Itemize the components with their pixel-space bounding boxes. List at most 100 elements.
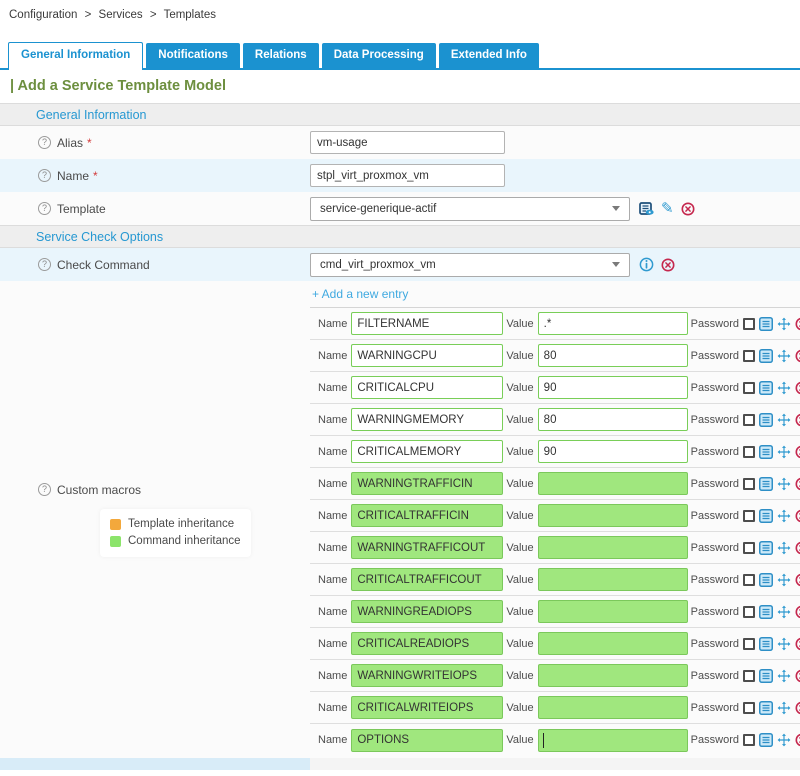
edit-template-icon[interactable]: ✎ <box>661 201 674 216</box>
macro-name-input[interactable] <box>351 568 503 591</box>
description-icon[interactable] <box>759 701 773 715</box>
breadcrumb-item-configuration[interactable]: Configuration <box>9 9 77 21</box>
macro-value-input[interactable] <box>538 440 688 463</box>
help-icon[interactable]: ? <box>38 136 51 149</box>
password-checkbox[interactable] <box>743 446 755 458</box>
move-row-icon[interactable] <box>777 349 791 363</box>
macro-value-input[interactable] <box>538 376 688 399</box>
password-checkbox[interactable] <box>743 574 755 586</box>
macro-value-input[interactable] <box>538 344 688 367</box>
macro-value-input[interactable] <box>538 568 688 591</box>
macro-name-input[interactable] <box>351 344 503 367</box>
description-icon[interactable] <box>759 637 773 651</box>
move-row-icon[interactable] <box>777 573 791 587</box>
description-icon[interactable] <box>759 669 773 683</box>
macro-name-input[interactable] <box>351 504 503 527</box>
template-select[interactable]: service-generique-actif <box>310 197 630 221</box>
clear-template-icon[interactable] <box>681 202 695 216</box>
info-icon[interactable] <box>639 257 654 272</box>
macro-value-input[interactable] <box>538 664 688 687</box>
macro-value-input[interactable] <box>538 696 688 719</box>
macro-name-input[interactable] <box>351 472 503 495</box>
password-checkbox[interactable] <box>743 382 755 394</box>
breadcrumb-item-services[interactable]: Services <box>99 9 143 21</box>
macro-value-input[interactable] <box>538 312 688 335</box>
password-checkbox[interactable] <box>743 638 755 650</box>
macro-value-input[interactable] <box>538 504 688 527</box>
move-row-icon[interactable] <box>777 445 791 459</box>
description-icon[interactable] <box>759 445 773 459</box>
macro-name-input[interactable] <box>351 312 503 335</box>
description-icon[interactable] <box>759 349 773 363</box>
password-checkbox[interactable] <box>743 670 755 682</box>
macro-value-input[interactable] <box>538 632 688 655</box>
move-row-icon[interactable] <box>777 381 791 395</box>
macro-value-input[interactable] <box>538 536 688 559</box>
password-checkbox[interactable] <box>743 606 755 618</box>
macro-name-input[interactable] <box>351 376 503 399</box>
tab-general-information[interactable]: General Information <box>8 42 143 70</box>
macro-value-input[interactable] <box>538 729 688 752</box>
password-checkbox[interactable] <box>743 414 755 426</box>
description-icon[interactable] <box>759 381 773 395</box>
move-row-icon[interactable] <box>777 605 791 619</box>
help-icon[interactable]: ? <box>38 258 51 271</box>
password-checkbox[interactable] <box>743 318 755 330</box>
password-checkbox[interactable] <box>743 510 755 522</box>
macro-name-input[interactable] <box>351 729 503 752</box>
delete-row-icon[interactable] <box>795 317 800 331</box>
move-row-icon[interactable] <box>777 541 791 555</box>
move-row-icon[interactable] <box>777 701 791 715</box>
move-row-icon[interactable] <box>777 669 791 683</box>
description-icon[interactable] <box>759 605 773 619</box>
tab-extended-info[interactable]: Extended Info <box>439 43 539 68</box>
move-row-icon[interactable] <box>777 477 791 491</box>
delete-row-icon[interactable] <box>795 701 800 715</box>
tab-notifications[interactable]: Notifications <box>146 43 240 68</box>
description-icon[interactable] <box>759 413 773 427</box>
move-row-icon[interactable] <box>777 637 791 651</box>
macro-name-input[interactable] <box>351 408 503 431</box>
delete-row-icon[interactable] <box>795 733 800 747</box>
macro-name-input[interactable] <box>351 600 503 623</box>
macro-value-input[interactable] <box>538 408 688 431</box>
view-template-icon[interactable] <box>639 202 654 216</box>
password-checkbox[interactable] <box>743 542 755 554</box>
macro-name-input[interactable] <box>351 632 503 655</box>
move-row-icon[interactable] <box>777 733 791 747</box>
tab-relations[interactable]: Relations <box>243 43 319 68</box>
description-icon[interactable] <box>759 541 773 555</box>
password-checkbox[interactable] <box>743 702 755 714</box>
delete-row-icon[interactable] <box>795 349 800 363</box>
move-row-icon[interactable] <box>777 509 791 523</box>
macro-name-input[interactable] <box>351 664 503 687</box>
macro-name-input[interactable] <box>351 440 503 463</box>
delete-row-icon[interactable] <box>795 637 800 651</box>
password-checkbox[interactable] <box>743 478 755 490</box>
description-icon[interactable] <box>759 573 773 587</box>
help-icon[interactable]: ? <box>38 169 51 182</box>
move-row-icon[interactable] <box>777 317 791 331</box>
breadcrumb-item-templates[interactable]: Templates <box>164 9 216 21</box>
delete-row-icon[interactable] <box>795 573 800 587</box>
macro-name-input[interactable] <box>351 536 503 559</box>
macro-name-input[interactable] <box>351 696 503 719</box>
description-icon[interactable] <box>759 477 773 491</box>
help-icon[interactable]: ? <box>38 202 51 215</box>
description-icon[interactable] <box>759 317 773 331</box>
name-input[interactable] <box>310 164 505 187</box>
password-checkbox[interactable] <box>743 734 755 746</box>
password-checkbox[interactable] <box>743 350 755 362</box>
move-row-icon[interactable] <box>777 413 791 427</box>
description-icon[interactable] <box>759 509 773 523</box>
delete-row-icon[interactable] <box>795 669 800 683</box>
alias-input[interactable] <box>310 131 505 154</box>
add-entry-link[interactable]: + Add a new entry <box>312 287 408 301</box>
delete-row-icon[interactable] <box>795 413 800 427</box>
macro-value-input[interactable] <box>538 472 688 495</box>
delete-row-icon[interactable] <box>795 605 800 619</box>
delete-row-icon[interactable] <box>795 381 800 395</box>
delete-row-icon[interactable] <box>795 477 800 491</box>
help-icon[interactable]: ? <box>38 483 51 496</box>
delete-row-icon[interactable] <box>795 445 800 459</box>
